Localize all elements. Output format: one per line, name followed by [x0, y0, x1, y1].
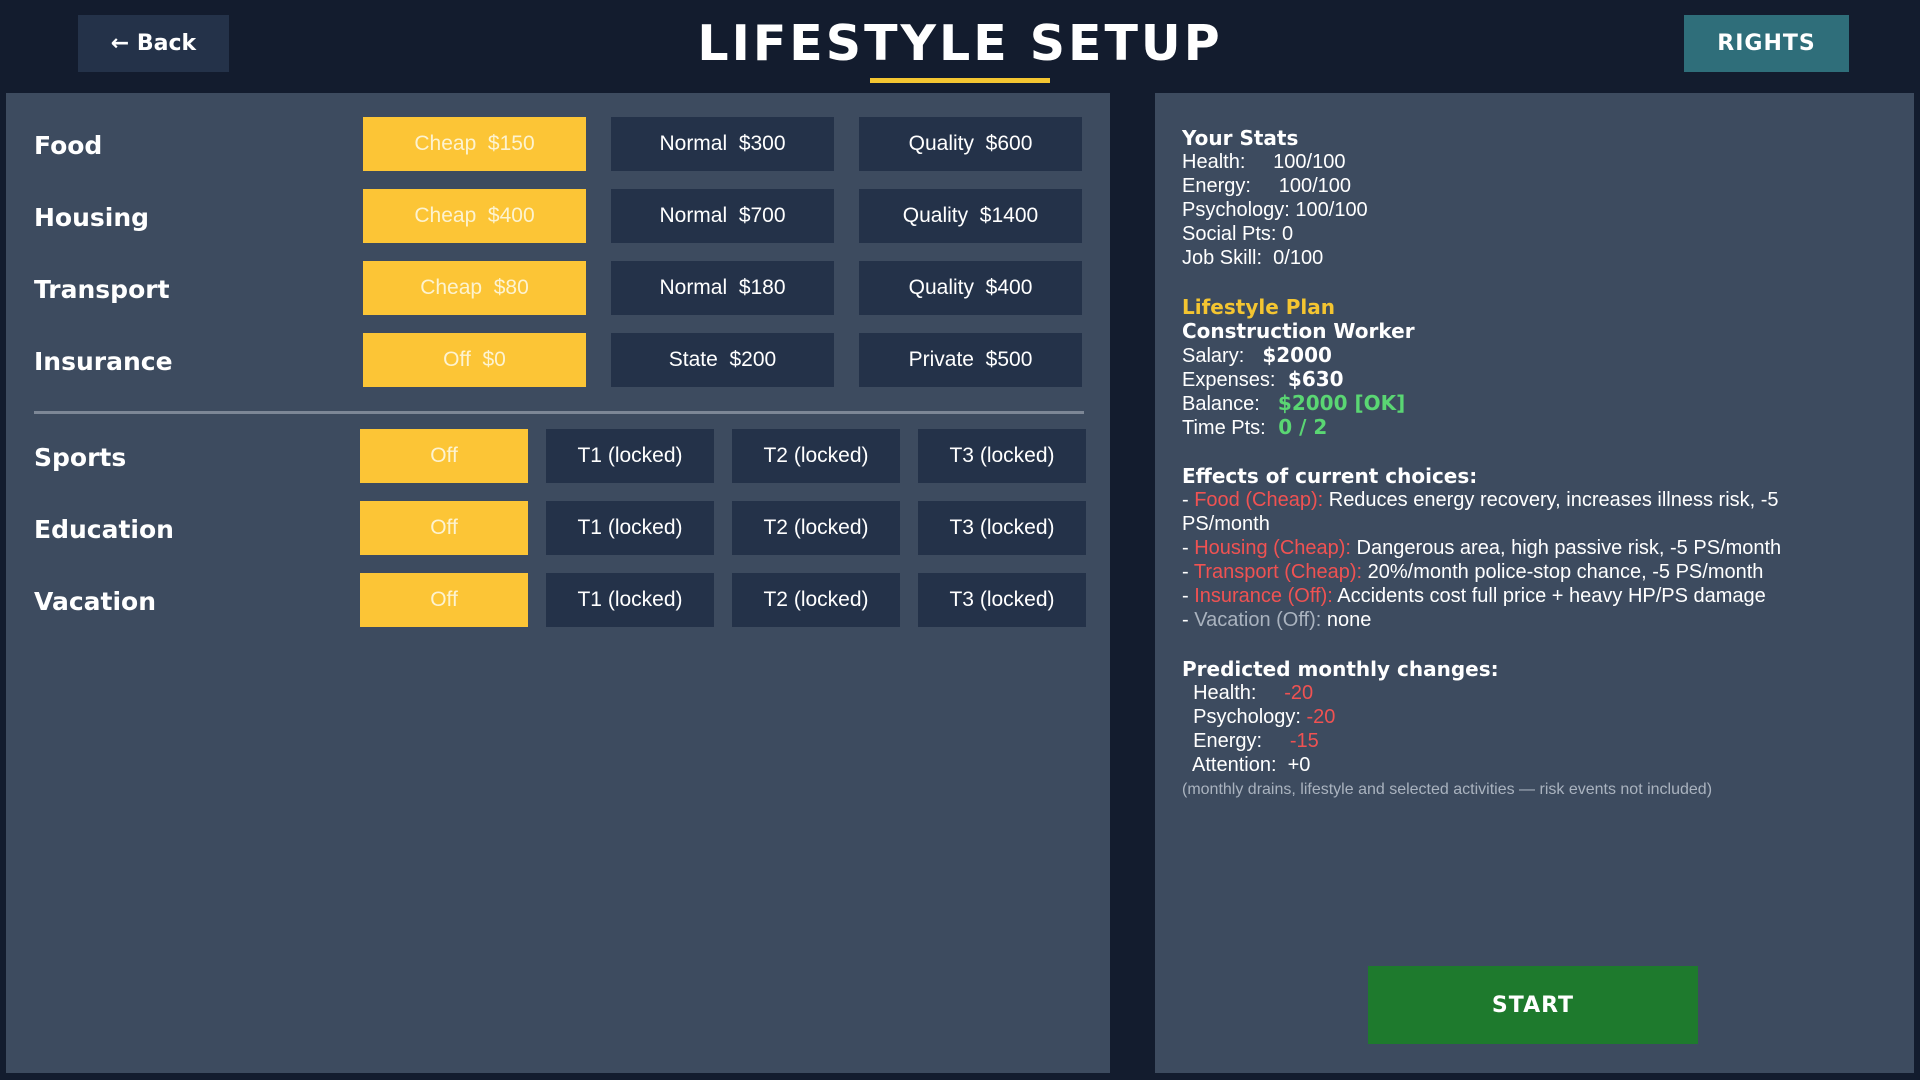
insurance-label: Insurance	[34, 347, 173, 376]
sports-option-t2[interactable]: T2 (locked)	[732, 429, 900, 483]
effect-key: Vacation (Off):	[1194, 609, 1322, 631]
salary-value: $2000	[1255, 343, 1332, 367]
effect-insurance: - Insurance (Off): Accidents cost full p…	[1182, 584, 1766, 608]
sports-option-t3[interactable]: T3 (locked)	[918, 429, 1086, 483]
expenses-label: Expenses:	[1182, 369, 1281, 391]
effect-prefix: -	[1182, 585, 1195, 607]
vacation-option-t3[interactable]: T3 (locked)	[918, 573, 1086, 627]
effect-text: 20%/month police-stop chance, -5 PS/mont…	[1362, 561, 1764, 583]
plan-expenses: Expenses: $630	[1182, 367, 1344, 392]
sports-option-t1[interactable]: T1 (locked)	[546, 429, 714, 483]
predicted-energy-label: Energy:	[1182, 730, 1290, 752]
start-button[interactable]: START	[1368, 966, 1698, 1044]
transport-option-quality[interactable]: Quality $400	[859, 261, 1082, 315]
transport-option-normal[interactable]: Normal $180	[611, 261, 834, 315]
predicted-energy: Energy: -15	[1182, 729, 1319, 753]
stat-health: Health: 100/100	[1182, 151, 1346, 173]
education-option-off[interactable]: Off	[360, 501, 528, 555]
education-option-t3[interactable]: T3 (locked)	[918, 501, 1086, 555]
effect-text: none	[1321, 609, 1372, 631]
salary-label: Salary:	[1182, 345, 1256, 367]
effect-prefix: -	[1182, 489, 1195, 511]
effect-key: Housing (Cheap):	[1194, 537, 1351, 559]
effect-transport: - Transport (Cheap): 20%/month police-st…	[1182, 560, 1763, 584]
effect-vacation: - Vacation (Off): none	[1182, 608, 1371, 632]
stats-heading: Your Stats	[1182, 126, 1299, 150]
effect-text: Accidents cost full price + heavy HP/PS …	[1332, 585, 1766, 607]
stat-psychology: Psychology: 100/100	[1182, 199, 1368, 221]
housing-option-cheap[interactable]: Cheap $400	[363, 189, 586, 243]
plan-time: Time Pts: 0 / 2	[1182, 415, 1327, 440]
insurance-option-off[interactable]: Off $0	[363, 333, 586, 387]
page-title: LIFESTYLE SETUP	[697, 15, 1223, 72]
housing-option-quality[interactable]: Quality $1400	[859, 189, 1082, 243]
sports-label: Sports	[34, 443, 127, 472]
vacation-option-t1[interactable]: T1 (locked)	[546, 573, 714, 627]
vacation-option-t2[interactable]: T2 (locked)	[732, 573, 900, 627]
plan-balance: Balance: $2000 [OK]	[1182, 391, 1405, 416]
effect-key: Transport (Cheap):	[1193, 561, 1363, 583]
balance-label: Balance:	[1182, 393, 1271, 415]
predicted-health-label: Health:	[1182, 682, 1285, 704]
stat-job-skill: Job Skill: 0/100	[1182, 247, 1324, 269]
lifestyle-options-panel: Food Cheap $150 Normal $300 Quality $600…	[6, 93, 1110, 1073]
predicted-attention-label: Attention:	[1182, 754, 1288, 776]
predicted-psychology: Psychology: -20	[1182, 705, 1335, 729]
predicted-heading: Predicted monthly changes:	[1182, 657, 1499, 681]
section-divider	[34, 411, 1084, 414]
effect-food: - Food (Cheap): Reduces energy recovery,…	[1182, 488, 1779, 512]
stat-energy: Energy: 100/100	[1182, 175, 1352, 197]
insurance-option-private[interactable]: Private $500	[859, 333, 1082, 387]
balance-value: $2000 [OK]	[1270, 391, 1406, 415]
predicted-energy-value: -15	[1289, 730, 1319, 752]
food-option-cheap[interactable]: Cheap $150	[363, 117, 586, 171]
predicted-psychology-label: Psychology:	[1182, 706, 1307, 728]
predicted-note: (monthly drains, lifestyle and selected …	[1182, 781, 1713, 798]
vacation-option-off[interactable]: Off	[360, 573, 528, 627]
insurance-option-state[interactable]: State $200	[611, 333, 834, 387]
education-label: Education	[34, 515, 174, 544]
effect-prefix: -	[1182, 561, 1194, 583]
predicted-attention-value: +0	[1287, 754, 1311, 776]
predicted-health: Health: -20	[1182, 681, 1313, 705]
effect-key: Food (Cheap):	[1194, 489, 1324, 511]
effect-text: Reduces energy recovery, increases illne…	[1323, 489, 1779, 511]
sports-option-off[interactable]: Off	[360, 429, 528, 483]
rights-button[interactable]: RIGHTS	[1684, 15, 1849, 72]
effect-food-continued: PS/month	[1182, 513, 1270, 535]
education-option-t2[interactable]: T2 (locked)	[732, 501, 900, 555]
effect-prefix: -	[1182, 537, 1195, 559]
time-label: Time Pts:	[1182, 417, 1272, 439]
plan-job: Construction Worker	[1182, 319, 1415, 343]
stat-social: Social Pts: 0	[1182, 223, 1294, 245]
predicted-psychology-value: -20	[1306, 706, 1336, 728]
effect-prefix: -	[1182, 609, 1195, 631]
summary-panel: Your Stats Health: 100/100 Energy: 100/1…	[1155, 93, 1914, 1073]
transport-label: Transport	[34, 275, 170, 304]
food-option-normal[interactable]: Normal $300	[611, 117, 834, 171]
effects-heading: Effects of current choices:	[1182, 464, 1478, 488]
time-value: 0 / 2	[1271, 415, 1328, 439]
effect-text: Dangerous area, high passive risk, -5 PS…	[1350, 537, 1782, 559]
title-underline	[870, 78, 1050, 83]
food-label: Food	[34, 131, 103, 160]
predicted-attention: Attention: +0	[1182, 753, 1310, 777]
transport-option-cheap[interactable]: Cheap $80	[363, 261, 586, 315]
effect-housing: - Housing (Cheap): Dangerous area, high …	[1182, 536, 1781, 560]
vacation-label: Vacation	[34, 587, 157, 616]
expenses-value: $630	[1280, 367, 1344, 391]
plan-salary: Salary: $2000	[1182, 343, 1332, 368]
food-option-quality[interactable]: Quality $600	[859, 117, 1082, 171]
education-option-t1[interactable]: T1 (locked)	[546, 501, 714, 555]
plan-heading: Lifestyle Plan	[1182, 295, 1335, 319]
effect-key: Insurance (Off):	[1194, 585, 1333, 607]
housing-option-normal[interactable]: Normal $700	[611, 189, 834, 243]
housing-label: Housing	[34, 203, 150, 232]
predicted-health-value: -20	[1284, 682, 1314, 704]
